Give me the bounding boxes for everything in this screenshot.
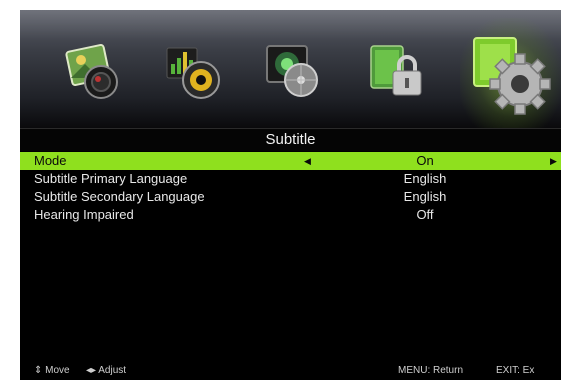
menu-row-label: Subtitle Secondary Language (34, 189, 205, 204)
arrow-right-icon[interactable]: ▶ (550, 152, 557, 170)
menu-row-mode[interactable]: Mode ◀ On ▶ (20, 152, 561, 170)
tv-osd-screen: Subtitle Mode ◀ On ▶ Subtitle Primary La… (20, 10, 561, 380)
menu-row-label: Mode (34, 153, 67, 168)
menu-row-label: Hearing Impaired (34, 207, 134, 222)
sound-icon[interactable] (163, 40, 227, 104)
setup-icon[interactable] (468, 28, 552, 118)
menu-row-value: Off (416, 207, 434, 222)
menu-row-subtitle-secondary-language[interactable]: Subtitle Secondary Language English (20, 188, 561, 206)
hint-move: ⇕ Move (34, 365, 70, 376)
subtitle-menu: Mode ◀ On ▶ Subtitle Primary Language En… (20, 152, 561, 224)
picture-icon[interactable] (63, 40, 127, 104)
menu-row-subtitle-primary-language[interactable]: Subtitle Primary Language English (20, 170, 561, 188)
menu-row-value: English (403, 189, 447, 204)
channel-icon[interactable] (263, 40, 327, 104)
menu-icon-bar (20, 10, 561, 128)
arrow-left-icon[interactable]: ◀ (304, 152, 311, 170)
key-hint-footer: ⇕ Move ◂▸ Adjust MENU: Return EXIT: Ex (20, 362, 561, 380)
hint-exit: EXIT: Ex (496, 365, 535, 376)
menu-row-value: English (403, 171, 447, 186)
menu-row-value: On (416, 153, 434, 168)
hint-adjust: ◂▸ Adjust (86, 365, 127, 376)
page-title: Subtitle (20, 128, 561, 151)
hint-menu-return: MENU: Return (398, 365, 464, 376)
menu-row-label: Subtitle Primary Language (34, 171, 188, 186)
lock-icon[interactable] (365, 40, 429, 104)
menu-row-hearing-impaired[interactable]: Hearing Impaired Off (20, 206, 561, 224)
